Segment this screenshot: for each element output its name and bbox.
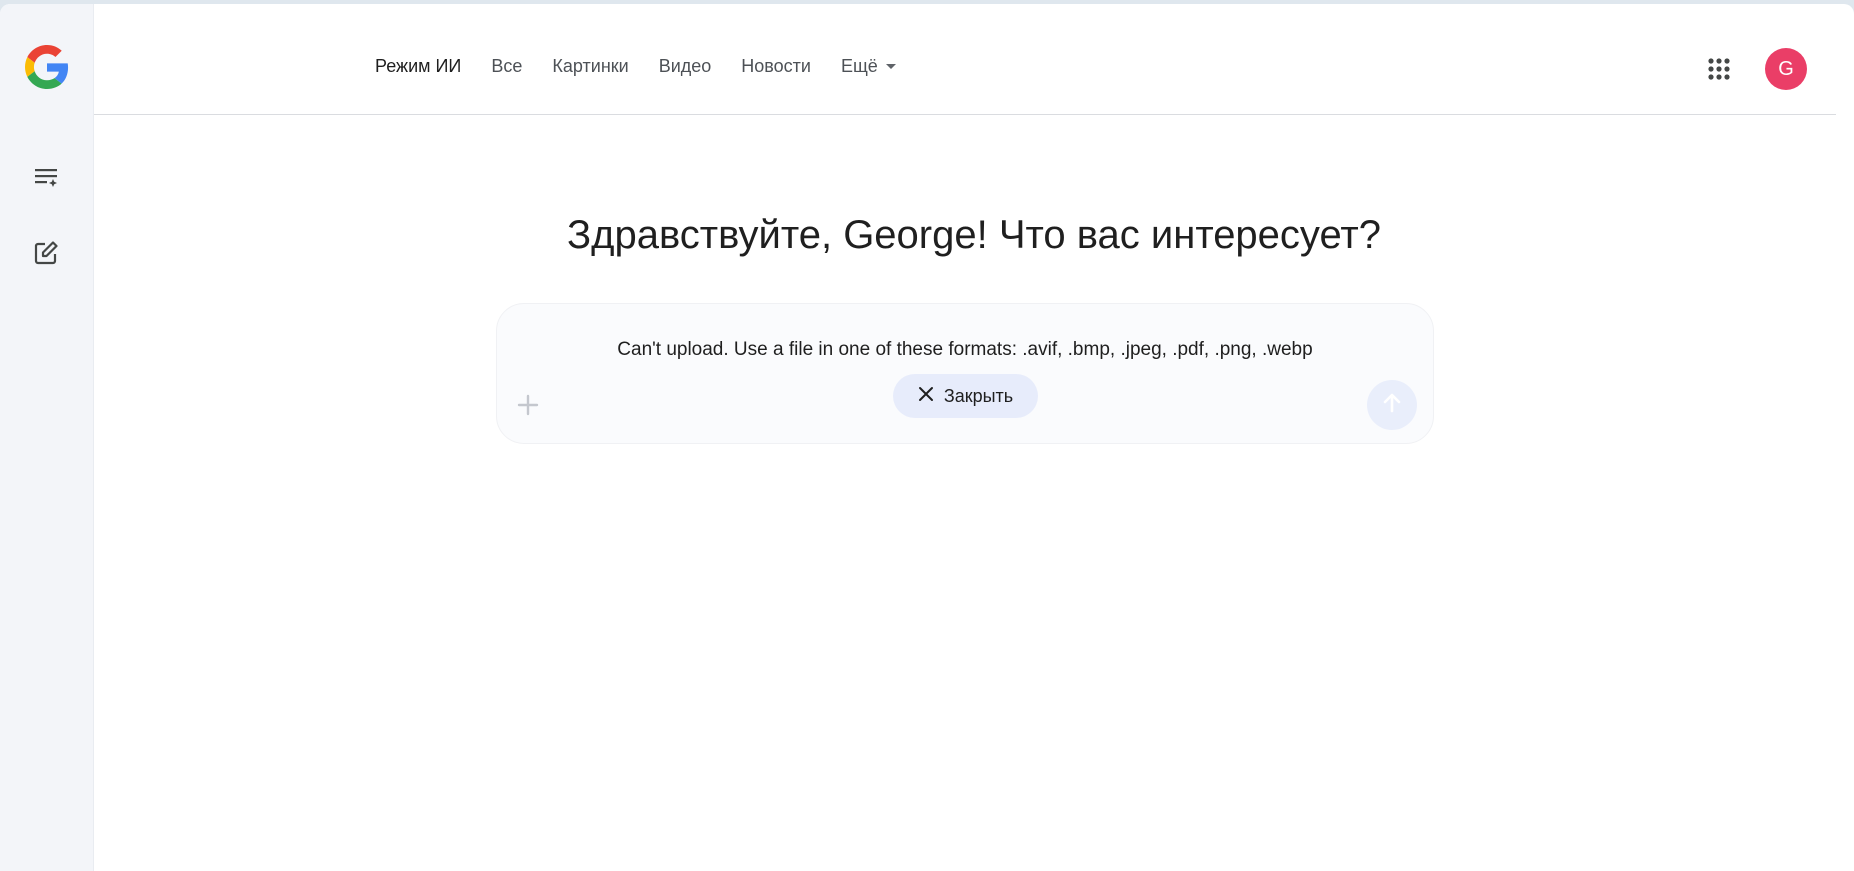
send-button[interactable] xyxy=(1367,380,1417,430)
browser-page: Режим ИИ Все Картинки Видео Новости Ещё … xyxy=(0,4,1854,871)
apps-grid-icon xyxy=(1706,58,1732,86)
tab-news[interactable]: Новости xyxy=(741,56,811,77)
apps-button[interactable] xyxy=(1706,56,1732,82)
close-error-button[interactable]: Закрыть xyxy=(893,374,1038,418)
tab-images[interactable]: Картинки xyxy=(552,56,628,77)
close-error-label: Закрыть xyxy=(943,385,1014,406)
avatar[interactable]: G xyxy=(1765,48,1807,90)
sidebar xyxy=(0,4,94,871)
arrow-up-icon xyxy=(1380,391,1404,420)
prompt-box: Can't upload. Use a file in one of these… xyxy=(496,303,1434,444)
tab-ai-mode[interactable]: Режим ИИ xyxy=(375,56,461,77)
close-icon xyxy=(918,386,944,407)
caret-down-icon xyxy=(885,64,896,69)
tab-videos[interactable]: Видео xyxy=(659,56,712,77)
add-attachment-button[interactable] xyxy=(515,392,541,418)
edit-icon xyxy=(33,240,59,271)
plus-icon xyxy=(515,394,541,422)
history-list-icon xyxy=(33,165,59,196)
tab-all[interactable]: Все xyxy=(491,56,522,77)
header: Режим ИИ Все Картинки Видео Новости Ещё … xyxy=(94,4,1836,115)
history-button[interactable] xyxy=(24,158,68,202)
upload-error-message: Can't upload. Use a file in one of these… xyxy=(617,339,1313,360)
tab-more[interactable]: Ещё xyxy=(841,56,896,77)
tab-more-label: Ещё xyxy=(840,56,878,76)
greeting-title: Здравствуйте, George! Что вас интересует… xyxy=(567,213,1381,257)
google-logo[interactable] xyxy=(25,45,69,89)
search-tabs: Режим ИИ Все Картинки Видео Новости Ещё xyxy=(375,56,896,77)
new-chat-button[interactable] xyxy=(24,233,68,277)
